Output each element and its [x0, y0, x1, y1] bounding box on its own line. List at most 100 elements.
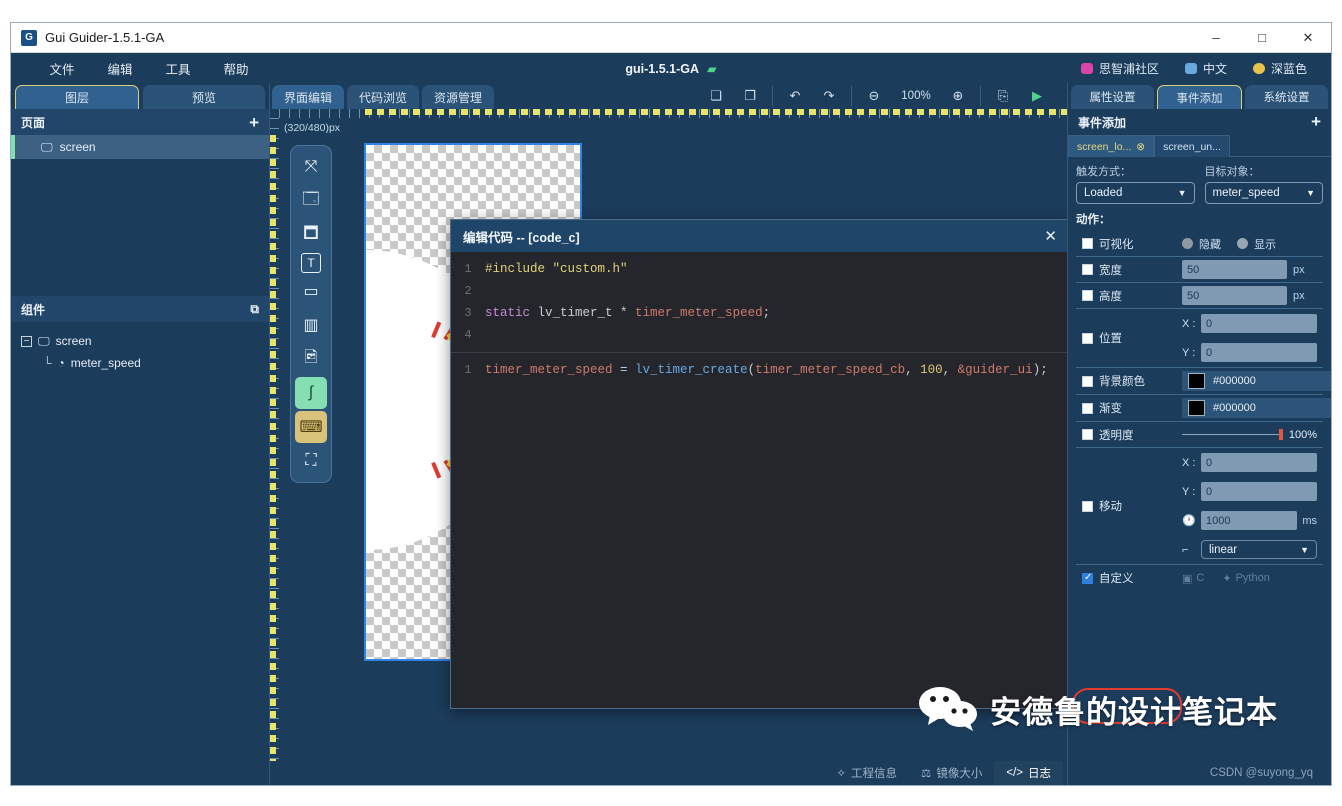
- status-project-info[interactable]: ✧ 工程信息: [824, 761, 909, 785]
- menu-help[interactable]: 帮助: [207, 59, 265, 78]
- row-checkbox[interactable]: [1082, 375, 1093, 387]
- bgcolor-picker[interactable]: #000000: [1182, 371, 1331, 391]
- event-tab-screen-unloaded[interactable]: screen_un...: [1154, 135, 1230, 157]
- button-widget-icon[interactable]: ▭: [295, 275, 327, 307]
- radio-show[interactable]: [1237, 238, 1248, 249]
- row-checkbox[interactable]: [1082, 500, 1093, 512]
- image-widget-icon[interactable]: 🖻: [295, 343, 327, 375]
- tree-row[interactable]: − 🖵 screen: [21, 330, 269, 352]
- tab-code-browser[interactable]: 代码浏览: [347, 85, 420, 109]
- zoom-in-icon[interactable]: ⊕: [948, 86, 968, 106]
- code-editor-bottom[interactable]: 1 timer_meter_speed = lv_timer_create(tim…: [451, 353, 1067, 381]
- label-widget-icon[interactable]: T: [301, 253, 321, 273]
- tab-preview[interactable]: 预览: [143, 85, 265, 109]
- tab-ui-editor[interactable]: 界面编辑: [272, 85, 345, 109]
- row-label-cell[interactable]: 宽度: [1076, 257, 1176, 282]
- align-icon[interactable]: ⤧: [295, 151, 327, 183]
- minimize-button[interactable]: –: [1193, 23, 1239, 53]
- position-y-input[interactable]: 0: [1201, 343, 1317, 362]
- add-page-button[interactable]: +: [249, 114, 259, 131]
- run-icon[interactable]: ▶: [1027, 86, 1047, 106]
- status-image-size[interactable]: ⚖ 镜像大小: [909, 761, 994, 785]
- target-select[interactable]: meter_speed ▼: [1204, 182, 1323, 204]
- move-easing-value: linear: [1209, 543, 1238, 556]
- move-duration-input[interactable]: 1000: [1201, 511, 1298, 530]
- gradient-picker[interactable]: #000000: [1182, 398, 1331, 418]
- move-x-input[interactable]: 0: [1201, 453, 1317, 472]
- row-label-cell[interactable]: 自定义: [1076, 565, 1176, 591]
- trigger-select[interactable]: Loaded ▼: [1076, 182, 1195, 204]
- tab-layers[interactable]: 图层: [15, 85, 139, 109]
- c-lang-button[interactable]: ▣ C: [1182, 572, 1204, 585]
- menu-edit[interactable]: 编辑: [91, 59, 149, 78]
- row-label-cell[interactable]: 透明度: [1076, 422, 1176, 447]
- row-checkbox[interactable]: [1082, 290, 1093, 301]
- undo-icon[interactable]: ↶: [785, 86, 805, 106]
- row-label-cell[interactable]: 可视化: [1076, 231, 1176, 256]
- move-duration-unit: ms: [1302, 514, 1317, 527]
- row-checkbox[interactable]: [1082, 429, 1093, 440]
- event-tab-screen-loaded[interactable]: screen_lo... ⊗: [1068, 135, 1155, 157]
- external-link-icon[interactable]: ⧉: [250, 301, 259, 318]
- color-swatch[interactable]: [1188, 373, 1205, 389]
- row-label-cell[interactable]: 渐变: [1076, 395, 1176, 421]
- row-checkbox[interactable]: [1082, 402, 1093, 414]
- fullscreen-icon[interactable]: ⛶: [295, 445, 327, 477]
- slider-knob[interactable]: [1278, 429, 1283, 440]
- application-window: Gui Guider-1.5.1-GA – □ ✕ 文件 编辑 工具 帮助 gu…: [10, 22, 1332, 786]
- tab-properties[interactable]: 属性设置: [1071, 85, 1154, 109]
- language-selector[interactable]: 中文: [1184, 60, 1227, 77]
- close-button[interactable]: ✕: [1285, 23, 1331, 53]
- position-x-input[interactable]: 0: [1201, 314, 1317, 333]
- close-icon[interactable]: ✕: [1044, 227, 1057, 245]
- opacity-slider[interactable]: [1182, 429, 1283, 440]
- keyboard-widget-icon[interactable]: ⌨: [295, 411, 327, 443]
- row-value-cell: 50 px: [1176, 257, 1323, 282]
- paste-icon[interactable]: ❐: [740, 86, 760, 106]
- tab-system-settings[interactable]: 系统设置: [1245, 85, 1328, 109]
- row-label-cell[interactable]: 背景颜色: [1076, 368, 1176, 394]
- maximize-button[interactable]: □: [1239, 23, 1285, 53]
- community-link[interactable]: 思智浦社区: [1080, 60, 1159, 77]
- row-checkbox[interactable]: [1082, 332, 1093, 344]
- position-x-row: X : 0: [1182, 314, 1317, 333]
- move-easing-select[interactable]: linear ▼: [1201, 540, 1317, 559]
- page-item-screen[interactable]: 🖵 screen: [11, 135, 269, 159]
- python-lang-button[interactable]: ✦ Python: [1222, 572, 1269, 585]
- row-label-cell[interactable]: 移动: [1076, 448, 1176, 564]
- expander-icon[interactable]: −: [21, 335, 32, 347]
- arc-widget-icon[interactable]: ∫: [295, 377, 327, 409]
- move-y-input[interactable]: 0: [1201, 482, 1317, 501]
- code-editor-top[interactable]: 1 #include "custom.h" 2 3 static lv_timer_t …: [451, 252, 1067, 346]
- copy-icon[interactable]: ❏: [706, 86, 726, 106]
- chart-widget-icon[interactable]: ▥: [295, 309, 327, 341]
- action-row-bgcolor: 背景颜色 #000000: [1076, 368, 1331, 395]
- code-edit-dialog[interactable]: 编辑代码 -- [code_c] ✕ 1 #include "custom.h" 2…: [450, 219, 1067, 709]
- canvas-area[interactable]: (320/480)px ⤧ 🗔 🗖 T ▭ ▥ 🖻 ∫ ⌨ ⛶ 编辑代码 -- …: [270, 109, 1067, 761]
- row-label-cell[interactable]: 高度: [1076, 283, 1176, 308]
- menu-tools[interactable]: 工具: [149, 59, 207, 78]
- height-input[interactable]: 50: [1182, 286, 1287, 305]
- close-icon[interactable]: ⊗: [1136, 141, 1145, 153]
- tree-row[interactable]: └ ◔ meter_speed: [21, 352, 269, 374]
- add-event-button[interactable]: +: [1311, 112, 1321, 132]
- status-label: 镜像大小: [936, 768, 983, 780]
- color-swatch[interactable]: [1188, 400, 1205, 416]
- redo-icon[interactable]: ↷: [819, 86, 839, 106]
- screen-widget-icon[interactable]: 🗔: [295, 185, 327, 217]
- container-widget-icon[interactable]: 🗖: [295, 219, 327, 251]
- tab-events[interactable]: 事件添加: [1157, 85, 1242, 109]
- row-checkbox[interactable]: [1082, 238, 1093, 249]
- generate-code-icon[interactable]: ⎘: [993, 86, 1013, 106]
- row-checkbox[interactable]: [1082, 572, 1093, 584]
- position-y-label: Y :: [1182, 346, 1196, 359]
- status-log[interactable]: </> 日志: [994, 761, 1063, 785]
- tab-resource-manager[interactable]: 资源管理: [422, 85, 495, 109]
- menu-file[interactable]: 文件: [33, 59, 91, 78]
- width-input[interactable]: 50: [1182, 260, 1287, 279]
- zoom-out-icon[interactable]: ⊖: [864, 86, 884, 106]
- radio-hide[interactable]: [1182, 238, 1193, 249]
- row-label-cell[interactable]: 位置: [1076, 309, 1176, 367]
- row-checkbox[interactable]: [1082, 264, 1093, 275]
- theme-selector[interactable]: 深蓝色: [1252, 60, 1307, 77]
